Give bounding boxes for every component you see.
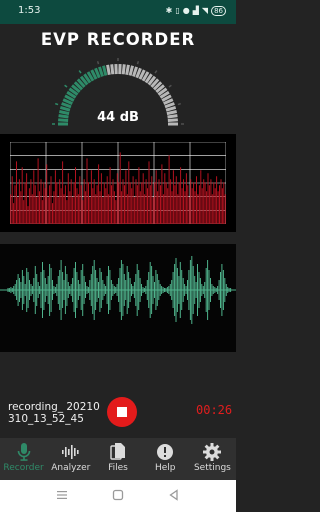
gear-icon <box>202 443 222 461</box>
gauge-tick <box>102 65 108 76</box>
status-icons: ✱ ▯ ● ▟ ◥ 86 <box>166 6 226 16</box>
gauge-tick <box>128 65 134 76</box>
nav-label-files: Files <box>108 463 128 473</box>
gauge-tick <box>132 66 138 77</box>
microphone-icon <box>14 443 34 461</box>
stop-icon <box>117 407 127 417</box>
gauge-scale-mark <box>136 60 140 65</box>
nav-label-analyzer: Analyzer <box>51 463 91 473</box>
gauge-scale-mark <box>168 84 172 88</box>
stop-button[interactable] <box>107 397 137 427</box>
db-value: 44 dB <box>97 110 139 125</box>
recording-filename-line1: recording_ 20210 <box>8 401 100 413</box>
nav-settings[interactable]: Settings <box>189 438 236 480</box>
gauge-tick <box>125 64 130 76</box>
gauge-scale-mark <box>96 60 100 65</box>
gauge-tick <box>98 66 104 77</box>
nav-help[interactable]: Help <box>142 438 189 480</box>
recording-filename: recording_ 20210 310_13_52_45 <box>8 401 112 425</box>
gauge-scale-mark <box>54 102 59 106</box>
spectrum-analyzer <box>0 134 236 232</box>
location-icon: ● <box>182 6 190 15</box>
home-icon[interactable] <box>112 489 124 501</box>
back-icon[interactable] <box>168 489 180 501</box>
waveform-graph <box>0 256 236 324</box>
wifi-icon: ◥ <box>201 6 209 15</box>
nav-label-help: Help <box>154 463 176 473</box>
files-icon <box>108 443 128 461</box>
gauge-scale-mark <box>154 70 158 74</box>
signal-icon: ▟ <box>192 6 199 15</box>
nav-analyzer[interactable]: Analyzer <box>47 438 94 480</box>
nav-recorder[interactable]: Recorder <box>0 438 47 480</box>
gauge-tick <box>106 64 111 76</box>
recording-filename-line2: 310_13_52_45 <box>8 413 84 425</box>
bluetooth-icon: ✱ <box>165 6 173 15</box>
gauge-scale-mark <box>78 70 82 74</box>
spectrum-graph <box>10 142 226 224</box>
waveform-icon <box>61 443 81 461</box>
nav-label-recorder: Recorder <box>3 463 44 473</box>
gauge-scale-mark <box>177 102 182 106</box>
app-title: EVP RECORDER <box>40 30 196 49</box>
gauge-scale-mark <box>64 84 68 88</box>
bottom-nav: Recorder Analyzer Files Help Settings <box>0 438 236 480</box>
nav-label-settings: Settings <box>193 463 231 473</box>
waveform-panel <box>0 244 236 352</box>
gauge-tick <box>121 64 126 75</box>
system-nav-bar <box>0 480 236 512</box>
battery-icon: 86 <box>211 6 226 16</box>
status-bar: 1:53 ✱ ▯ ● ▟ ◥ 86 <box>0 0 236 24</box>
menu-icon[interactable] <box>56 489 68 501</box>
gauge-tick <box>110 64 115 75</box>
status-time: 1:53 <box>18 5 41 16</box>
nav-files[interactable]: Files <box>94 438 141 480</box>
vibrate-icon: ▯ <box>175 6 180 15</box>
recording-timer: 00:26 <box>196 403 233 417</box>
help-icon <box>155 443 175 461</box>
